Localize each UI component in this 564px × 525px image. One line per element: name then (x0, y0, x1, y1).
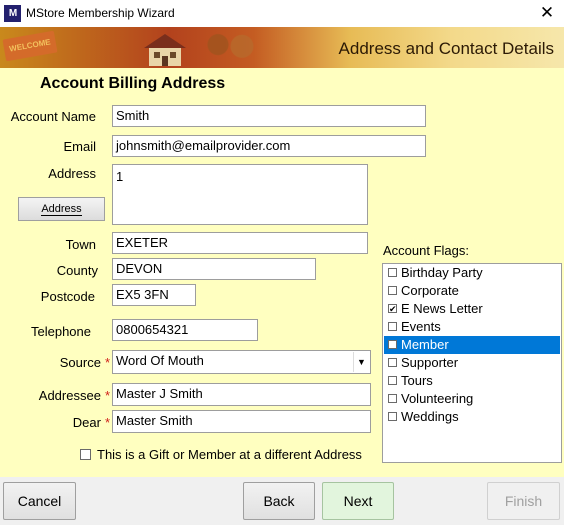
checkbox[interactable] (388, 394, 397, 403)
flag-label: E News Letter (401, 301, 483, 316)
gift-checkbox[interactable] (80, 449, 91, 460)
finish-button-label: Finish (504, 493, 543, 509)
flag-label: Tours (401, 373, 433, 388)
flag-item-corporate[interactable]: Corporate (384, 282, 560, 300)
checkbox[interactable] (388, 286, 397, 295)
flag-label: Supporter (401, 355, 459, 370)
back-button-label: Back (263, 493, 295, 509)
email-label: Email (63, 139, 96, 154)
flag-item-volunteering[interactable]: Volunteering (384, 390, 560, 408)
checkbox[interactable] (388, 358, 397, 367)
required-mark: * (104, 355, 110, 370)
checkmark-icon[interactable]: ✔ (388, 304, 397, 314)
dear-label: Dear * (6, 415, 110, 430)
email-input[interactable]: johnsmith@emailprovider.com (112, 135, 426, 157)
postcode-input[interactable]: EX5 3FN (112, 284, 196, 306)
flag-item-tours[interactable]: Tours (384, 372, 560, 390)
flag-item-events[interactable]: Events (384, 318, 560, 336)
checkbox[interactable] (388, 268, 397, 277)
cancel-button[interactable]: Cancel (3, 482, 76, 520)
flag-label: Events (401, 319, 441, 334)
flag-item-e-news-letter[interactable]: ✔ E News Letter (384, 300, 560, 318)
checkbox[interactable] (388, 376, 397, 385)
dear-input[interactable]: Master Smith (112, 410, 371, 433)
dear-label-text: Dear (72, 415, 101, 430)
required-mark: * (104, 415, 110, 430)
gift-checkbox-label[interactable]: This is a Gift or Member at a different … (97, 447, 362, 462)
telephone-input[interactable]: 0800654321 (112, 319, 258, 341)
flag-item-member[interactable]: Member (384, 336, 560, 354)
checkbox[interactable] (388, 412, 397, 421)
flag-label: Birthday Party (401, 265, 483, 280)
window-title: MStore Membership Wizard (26, 6, 175, 20)
addressee-label-text: Addressee (38, 388, 101, 403)
banner-title: Address and Contact Details (338, 39, 554, 58)
address-textarea[interactable]: 1 (112, 164, 368, 225)
close-icon[interactable]: ✕ (536, 2, 558, 24)
checkbox[interactable] (388, 340, 397, 349)
flag-item-supporter[interactable]: Supporter (384, 354, 560, 372)
house-icon (144, 34, 186, 66)
next-button[interactable]: Next (322, 482, 394, 520)
welcome-sign-icon: WELCOME (2, 30, 58, 62)
account-flags-list[interactable]: Birthday Party Corporate ✔ E News Letter … (382, 263, 562, 463)
app-logo-icon: M (4, 5, 21, 22)
flag-item-birthday-party[interactable]: Birthday Party (384, 264, 560, 282)
flag-item-weddings[interactable]: Weddings (384, 408, 560, 426)
address-label: Address (48, 166, 96, 181)
postcode-label: Postcode (40, 289, 95, 304)
required-mark: * (104, 388, 110, 403)
section-heading: Account Billing Address (40, 75, 226, 92)
account-name-label: Account Name (10, 109, 96, 124)
checkbox[interactable] (388, 322, 397, 331)
flag-label: Volunteering (401, 391, 474, 406)
addressee-input[interactable]: Master J Smith (112, 383, 371, 406)
source-value: Word Of Mouth (116, 353, 204, 368)
back-button[interactable]: Back (243, 482, 315, 520)
account-flags-label: Account Flags: (383, 243, 469, 258)
source-label: Source * (6, 355, 110, 370)
source-select[interactable]: Word Of Mouth ▼ (112, 350, 371, 374)
county-label: County (56, 263, 98, 278)
flag-label: Weddings (401, 409, 459, 424)
cancel-button-label: Cancel (17, 493, 62, 509)
finish-button[interactable]: Finish (487, 482, 560, 520)
telephone-label: Telephone (31, 324, 91, 339)
town-input[interactable]: EXETER (112, 232, 368, 254)
account-name-input[interactable]: Smith (112, 105, 426, 127)
chevron-down-icon[interactable]: ▼ (353, 352, 369, 372)
county-input[interactable]: DEVON (112, 258, 316, 280)
people-photo (200, 31, 260, 65)
town-label: Town (65, 237, 96, 252)
flag-label: Member (401, 337, 449, 352)
address-lookup-button[interactable]: Address (18, 197, 105, 221)
header-banner: WELCOME Address and Contact Details (0, 27, 564, 68)
address-button-label: Address (41, 203, 82, 216)
addressee-label: Addressee * (6, 388, 110, 403)
source-label-text: Source (59, 355, 101, 370)
flag-label: Corporate (401, 283, 459, 298)
next-button-label: Next (343, 493, 373, 509)
